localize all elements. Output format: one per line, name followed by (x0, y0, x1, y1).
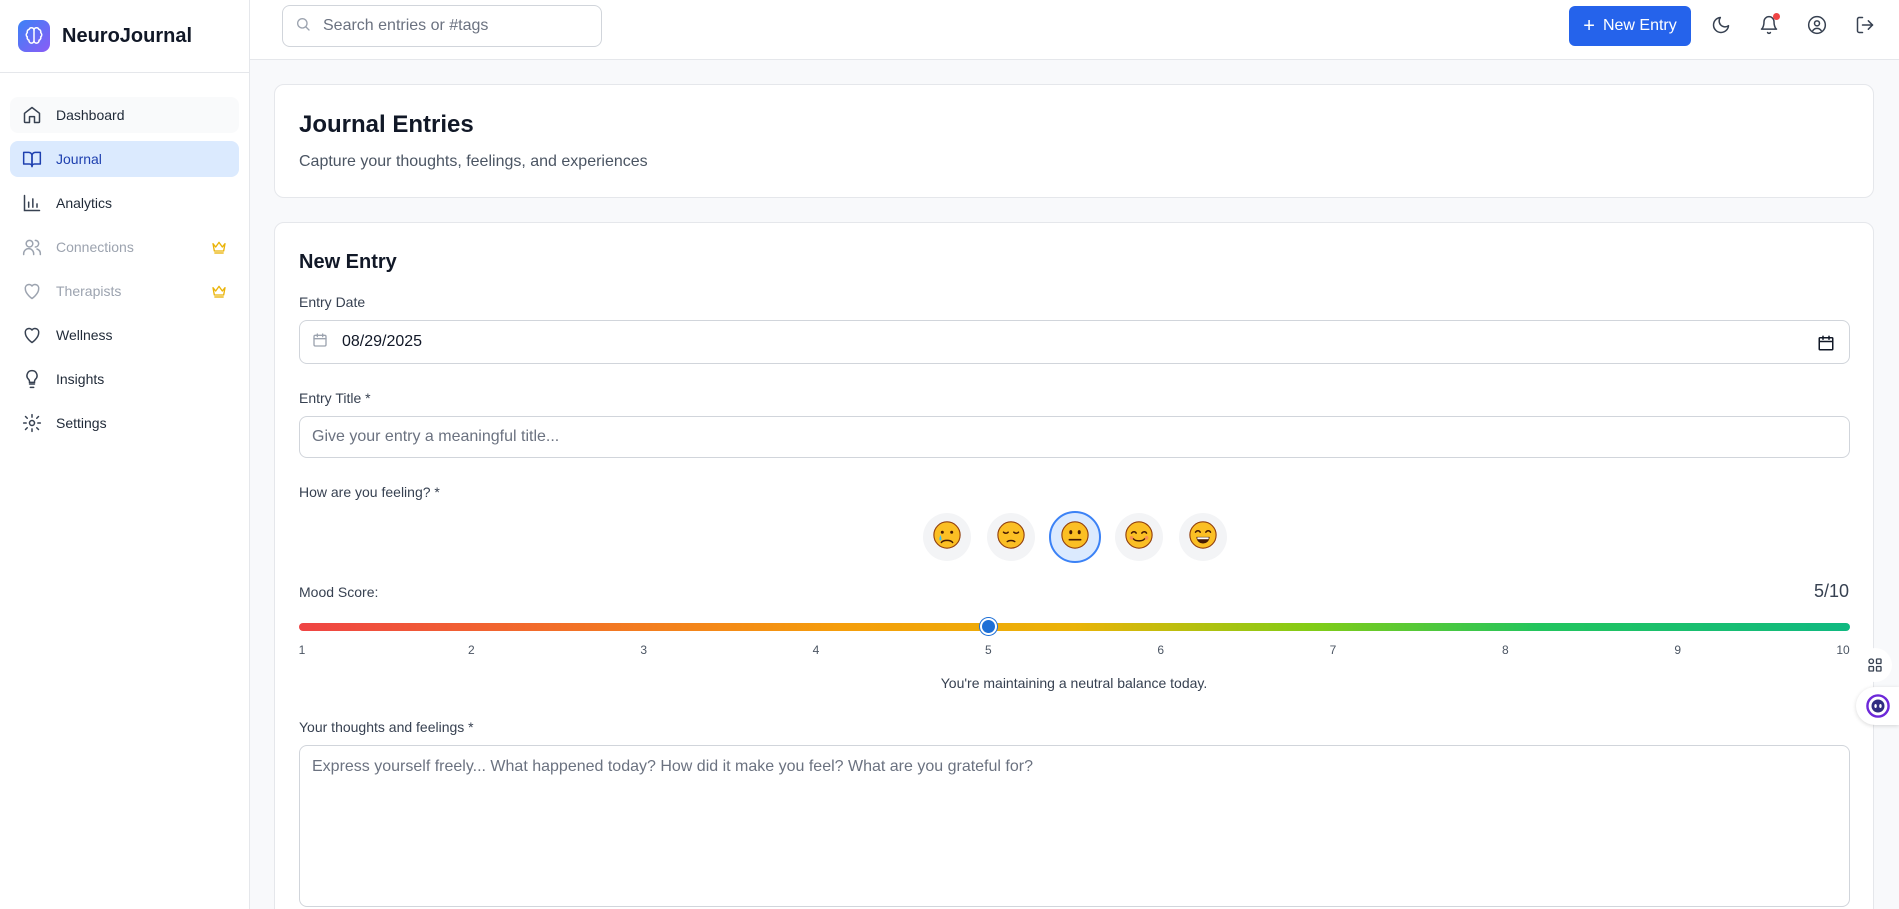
book-open-icon (22, 149, 42, 169)
sidebar-item-connections[interactable]: Connections (10, 229, 239, 265)
grid-widget-icon[interactable] (1858, 648, 1892, 682)
feeling-label: How are you feeling? * (299, 484, 440, 500)
new-entry-card: New Entry Entry Date 08/29/2025 Entry Ti… (274, 222, 1874, 909)
mood-score-value: 5/10 (1813, 581, 1849, 601)
page-title: Journal Entries (299, 111, 474, 138)
sidebar-item-journal[interactable]: Journal (10, 141, 239, 177)
sidebar-item-settings[interactable]: Settings (10, 405, 239, 441)
lightbulb-icon (22, 369, 42, 389)
thoughts-textarea[interactable] (312, 758, 1837, 894)
sidebar-item-label: Journal (56, 151, 102, 167)
slider-tick-label: 2 (467, 643, 475, 657)
sidebar-item-wellness[interactable]: Wellness (10, 317, 239, 353)
entry-date-label: Entry Date (299, 294, 366, 310)
crying-face-icon (932, 520, 962, 555)
smiling-face-icon (1124, 520, 1154, 555)
sidebar: NeuroJournal Dashboard Journal Analytics… (0, 0, 250, 909)
slider-tick-label: 10 (1836, 643, 1850, 657)
entry-title-field[interactable] (299, 416, 1850, 458)
plus-icon: + (1583, 15, 1595, 37)
app-name: NeuroJournal (62, 24, 193, 47)
thoughts-field[interactable] (299, 745, 1850, 907)
new-entry-label: New Entry (1602, 17, 1677, 34)
page-subtitle: Capture your thoughts, feelings, and exp… (299, 153, 648, 170)
sidebar-item-label: Wellness (56, 327, 113, 343)
entry-title-label: Entry Title * (299, 390, 371, 406)
entry-title-input[interactable] (312, 428, 1849, 446)
page-header-card: Journal Entries Capture your thoughts, f… (274, 84, 1874, 198)
new-entry-button[interactable]: + New Entry (1569, 6, 1691, 46)
sidebar-item-analytics[interactable]: Analytics (10, 185, 239, 221)
grinning-face-icon (1188, 520, 1218, 555)
sidebar-item-dashboard[interactable]: Dashboard (10, 97, 239, 133)
logout-icon[interactable] (1854, 14, 1876, 36)
brain-logo-icon (18, 20, 50, 52)
bar-chart-icon (22, 193, 42, 213)
bell-icon[interactable] (1758, 13, 1780, 36)
pensive-face-icon (996, 520, 1026, 555)
entry-date-value: 08/29/2025 (342, 333, 423, 350)
mood-neutral-button[interactable] (1049, 511, 1101, 563)
mood-slider-track[interactable] (299, 623, 1850, 631)
mood-pensive-button[interactable] (987, 513, 1035, 561)
sidebar-item-label: Settings (56, 415, 107, 431)
assistant-bot-icon[interactable] (1856, 687, 1899, 725)
calendar-picker-icon[interactable] (1817, 334, 1835, 357)
neutral-face-icon (1060, 520, 1090, 555)
crown-icon (211, 239, 227, 255)
heart-icon (22, 281, 42, 301)
sidebar-item-label: Insights (56, 371, 105, 387)
user-circle-icon[interactable] (1806, 14, 1828, 36)
crown-icon (211, 283, 227, 299)
sidebar-item-label: Analytics (56, 195, 113, 211)
sidebar-item-label: Connections (56, 239, 134, 255)
topbar: + New Entry (250, 0, 1899, 60)
notification-dot (1773, 13, 1780, 20)
brand[interactable]: NeuroJournal (0, 0, 249, 73)
thoughts-label: Your thoughts and feelings * (299, 719, 474, 735)
mood-crying-button[interactable] (923, 513, 971, 561)
slider-tick-label: 6 (1157, 643, 1164, 657)
slider-tick-label: 8 (1501, 643, 1509, 657)
sidebar-item-therapists[interactable]: Therapists (10, 273, 239, 309)
mood-smiling-button[interactable] (1115, 513, 1163, 561)
slider-tick-label: 5 (984, 643, 992, 657)
mood-message: You're maintaining a neutral balance tod… (940, 675, 1208, 691)
slider-tick-label: 3 (640, 643, 647, 657)
sidebar-nav: Dashboard Journal Analytics Connections (0, 73, 249, 441)
home-icon (22, 105, 42, 125)
heart-icon (22, 325, 42, 345)
entry-date-field[interactable]: 08/29/2025 (299, 320, 1850, 364)
sidebar-item-label: Therapists (56, 283, 122, 299)
sidebar-item-label: Dashboard (56, 107, 125, 123)
search-box[interactable] (282, 5, 602, 47)
calendar-icon (312, 332, 328, 353)
moon-icon[interactable] (1710, 14, 1732, 36)
new-entry-title: New Entry (299, 251, 397, 273)
mood-grinning-button[interactable] (1179, 513, 1227, 561)
users-icon (22, 237, 42, 257)
slider-tick-label: 9 (1674, 643, 1681, 657)
slider-tick-label: 4 (812, 643, 820, 657)
mood-selector (923, 511, 1233, 563)
slider-tick-label: 7 (1329, 643, 1337, 657)
mood-score-label: Mood Score: (299, 584, 379, 600)
search-input[interactable] (323, 17, 593, 35)
gear-icon (22, 413, 42, 433)
sidebar-item-insights[interactable]: Insights (10, 361, 239, 397)
search-icon (295, 16, 311, 37)
mood-slider-ticks: 1 2 3 4 5 6 7 8 9 10 (299, 643, 1850, 659)
slider-tick-label: 1 (298, 643, 306, 657)
mood-slider-thumb[interactable] (979, 618, 997, 635)
